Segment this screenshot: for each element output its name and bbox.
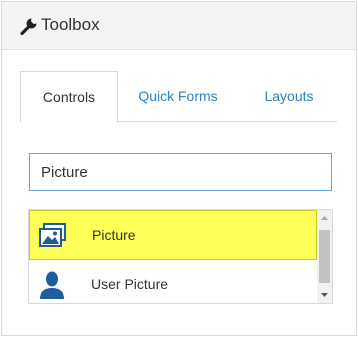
list-item-user-picture[interactable]: User Picture [29,260,317,303]
user-icon [38,271,66,299]
toolbox-panel: Toolbox Controls Quick Forms Layouts Pic… [1,1,357,336]
tab-quick-forms[interactable]: Quick Forms [126,71,230,122]
results-list: Picture User Picture [28,209,333,304]
tab-controls[interactable]: Controls [20,71,118,123]
list-item-label: Picture [92,227,136,243]
tab-layouts[interactable]: Layouts [248,71,330,122]
list-scrollbar[interactable] [317,210,332,303]
scrollbar-thumb[interactable] [319,230,330,283]
toolbox-tabs: Controls Quick Forms Layouts [20,71,337,123]
wrench-icon [19,16,39,36]
list-item-picture[interactable]: Picture [29,210,317,260]
scroll-up-icon[interactable] [317,210,332,227]
toolbox-header: Toolbox [2,2,356,50]
toolbox-title: Toolbox [41,15,100,34]
scroll-down-icon[interactable] [317,286,332,303]
picture-icon [39,222,67,250]
list-item-label: User Picture [91,276,169,292]
search-input[interactable] [29,153,332,191]
